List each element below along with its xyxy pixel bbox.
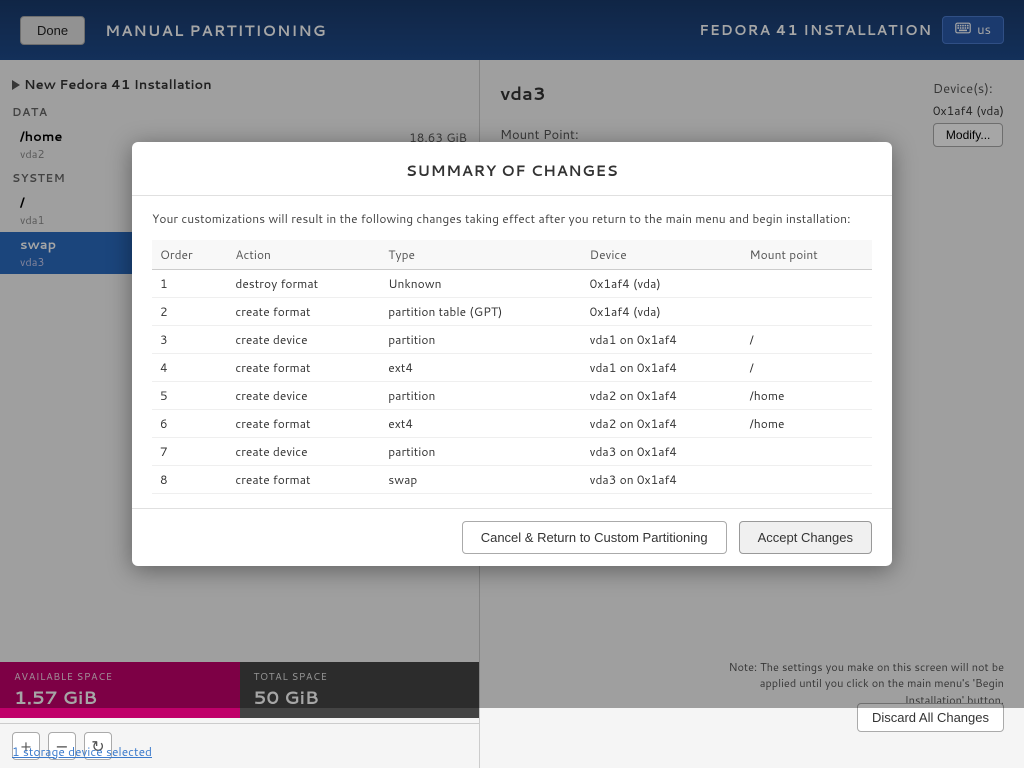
cell-type: swap bbox=[380, 466, 581, 494]
cell-order: 1 bbox=[152, 270, 227, 298]
cell-order: 5 bbox=[152, 382, 227, 410]
dialog-title: SUMMARY OF CHANGES bbox=[132, 142, 892, 196]
cell-order: 8 bbox=[152, 466, 227, 494]
dialog-body: Your customizations will result in the f… bbox=[132, 196, 892, 508]
table-row: 5create devicepartitionvda2 on 0x1af4/ho… bbox=[152, 382, 872, 410]
cell-action: destroy format bbox=[227, 270, 380, 298]
cell-device: 0x1af4 (vda) bbox=[582, 298, 742, 326]
cell-device: vda1 on 0x1af4 bbox=[582, 326, 742, 354]
cancel-button[interactable]: Cancel & Return to Custom Partitioning bbox=[462, 521, 727, 554]
cell-action: create device bbox=[227, 326, 380, 354]
cell-order: 7 bbox=[152, 438, 227, 466]
cell-device: vda2 on 0x1af4 bbox=[582, 410, 742, 438]
cell-action: create format bbox=[227, 354, 380, 382]
dialog-footer: Cancel & Return to Custom Partitioning A… bbox=[132, 508, 892, 566]
cell-action: create format bbox=[227, 466, 380, 494]
cell-mount bbox=[742, 298, 872, 326]
summary-dialog: SUMMARY OF CHANGES Your customizations w… bbox=[132, 142, 892, 566]
cell-type: partition table (GPT) bbox=[380, 298, 581, 326]
table-row: 2create formatpartition table (GPT)0x1af… bbox=[152, 298, 872, 326]
table-row: 6create formatext4vda2 on 0x1af4/home bbox=[152, 410, 872, 438]
cell-order: 6 bbox=[152, 410, 227, 438]
cell-type: Unknown bbox=[380, 270, 581, 298]
cell-device: vda1 on 0x1af4 bbox=[582, 354, 742, 382]
cell-device: 0x1af4 (vda) bbox=[582, 270, 742, 298]
cell-order: 3 bbox=[152, 326, 227, 354]
cell-type: ext4 bbox=[380, 410, 581, 438]
changes-table: Order Action Type Device Mount point 1de… bbox=[152, 240, 872, 494]
col-device: Device bbox=[582, 240, 742, 270]
changes-table-body: 1destroy formatUnknown0x1af4 (vda)2creat… bbox=[152, 270, 872, 494]
dialog-description: Your customizations will result in the f… bbox=[152, 210, 872, 228]
cell-type: ext4 bbox=[380, 354, 581, 382]
table-header-row: Order Action Type Device Mount point bbox=[152, 240, 872, 270]
col-action: Action bbox=[227, 240, 380, 270]
table-row: 4create formatext4vda1 on 0x1af4/ bbox=[152, 354, 872, 382]
cell-mount bbox=[742, 270, 872, 298]
table-row: 1destroy formatUnknown0x1af4 (vda) bbox=[152, 270, 872, 298]
cell-mount bbox=[742, 438, 872, 466]
cell-mount: / bbox=[742, 354, 872, 382]
cell-order: 2 bbox=[152, 298, 227, 326]
accept-changes-button[interactable]: Accept Changes bbox=[739, 521, 872, 554]
cell-mount: /home bbox=[742, 410, 872, 438]
table-row: 8create formatswapvda3 on 0x1af4 bbox=[152, 466, 872, 494]
cell-type: partition bbox=[380, 326, 581, 354]
cell-mount: /home bbox=[742, 382, 872, 410]
cell-action: create format bbox=[227, 298, 380, 326]
cell-device: vda3 on 0x1af4 bbox=[582, 438, 742, 466]
cell-mount: / bbox=[742, 326, 872, 354]
cell-action: create format bbox=[227, 410, 380, 438]
cell-device: vda3 on 0x1af4 bbox=[582, 466, 742, 494]
cell-type: partition bbox=[380, 382, 581, 410]
cell-mount bbox=[742, 466, 872, 494]
table-row: 3create devicepartitionvda1 on 0x1af4/ bbox=[152, 326, 872, 354]
cell-order: 4 bbox=[152, 354, 227, 382]
table-row: 7create devicepartitionvda3 on 0x1af4 bbox=[152, 438, 872, 466]
col-type: Type bbox=[380, 240, 581, 270]
cell-action: create device bbox=[227, 382, 380, 410]
changes-table-header: Order Action Type Device Mount point bbox=[152, 240, 872, 270]
storage-link[interactable]: 1 storage device selected bbox=[12, 743, 152, 760]
cell-action: create device bbox=[227, 438, 380, 466]
cell-device: vda2 on 0x1af4 bbox=[582, 382, 742, 410]
col-mount: Mount point bbox=[742, 240, 872, 270]
overlay: SUMMARY OF CHANGES Your customizations w… bbox=[0, 0, 1024, 708]
cell-type: partition bbox=[380, 438, 581, 466]
col-order: Order bbox=[152, 240, 227, 270]
